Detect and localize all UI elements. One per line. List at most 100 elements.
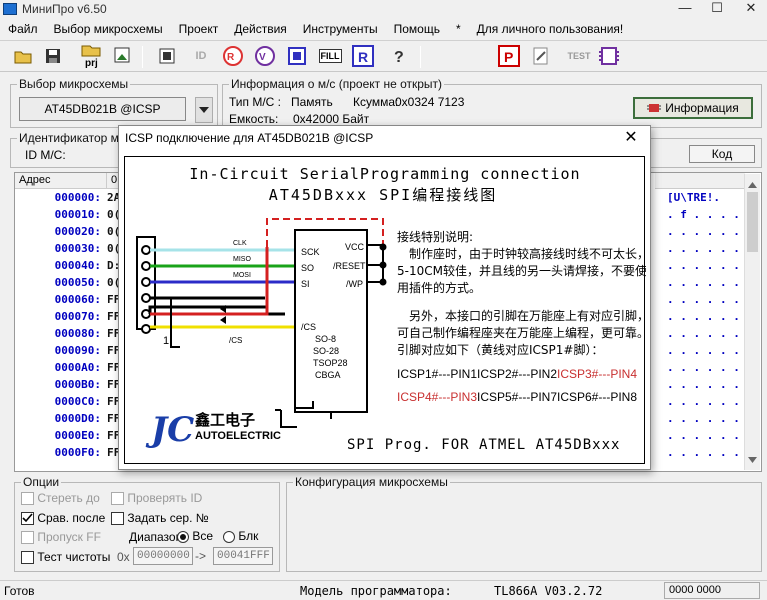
menu-file[interactable]: Файл bbox=[0, 22, 46, 36]
app-window: МиниПро v6.50 — ☐ ✕ Файл Выбор микросхем… bbox=[0, 0, 767, 600]
diagram-heading-1: In-Circuit SerialProgramming connection bbox=[189, 165, 580, 183]
skip-ff-checkbox[interactable]: Пропуск FF bbox=[21, 530, 101, 545]
ic-test-icon[interactable] bbox=[598, 45, 620, 67]
map-icsp2: ICSP2#---PIN2 bbox=[477, 367, 557, 381]
menu-star[interactable]: * bbox=[448, 22, 469, 36]
map-icsp5: ICSP5#---PIN7 bbox=[477, 390, 557, 404]
info-button[interactable]: Информация bbox=[633, 97, 753, 119]
fill-icon[interactable]: FILL bbox=[316, 45, 344, 67]
scroll-up-icon[interactable] bbox=[748, 177, 757, 191]
maximize-button[interactable]: ☐ bbox=[702, 0, 732, 18]
read-id-icon[interactable]: ID bbox=[190, 45, 212, 67]
row-address: 0000E0: bbox=[54, 429, 101, 442]
chip-info-group: Информация о м/с (проект не открыт) Тип … bbox=[222, 77, 762, 128]
window-title: МиниПро v6.50 bbox=[22, 2, 107, 16]
pin-reset: /RESET bbox=[333, 261, 366, 271]
flash-chip bbox=[294, 229, 368, 413]
note-line-2: 5-10CM较佳，并且线的另一头请焊接，不要使 bbox=[397, 263, 646, 278]
svg-text:R: R bbox=[227, 52, 235, 63]
chip-select-field[interactable]: AT45DB021B @ICSP bbox=[19, 97, 186, 121]
close-icon[interactable]: ✕ bbox=[618, 128, 644, 150]
pin-cs: /CS bbox=[301, 322, 316, 332]
erase-before-checkbox[interactable]: Стереть до bbox=[21, 491, 100, 506]
chip-dropdown-button[interactable] bbox=[195, 97, 213, 123]
hex-scrollbar[interactable] bbox=[744, 174, 760, 470]
row-ascii: . . . . . . . bbox=[667, 327, 754, 340]
chip-small-icon bbox=[647, 104, 662, 112]
project-save-icon[interactable] bbox=[112, 45, 134, 67]
hex-prefix: 0x bbox=[117, 550, 130, 564]
verify-id-checkbox[interactable]: Проверять ID bbox=[111, 491, 202, 506]
project-open-icon[interactable]: prj bbox=[80, 45, 106, 68]
config-group: Конфигурация микросхемы bbox=[286, 475, 762, 572]
gnd-lead bbox=[170, 298, 180, 348]
menu-bar: Файл Выбор микросхемы Проект Действия Ин… bbox=[0, 19, 767, 39]
row-address: 000060: bbox=[54, 293, 101, 306]
save-icon[interactable] bbox=[42, 45, 64, 67]
row-ascii: . . . . . . . bbox=[667, 259, 754, 272]
range-all-radio[interactable]: Все bbox=[177, 529, 213, 543]
menu-tools[interactable]: Инструменты bbox=[295, 22, 386, 36]
compare-after-checkbox[interactable]: Срав. после bbox=[21, 511, 105, 526]
row-address: 000040: bbox=[54, 259, 101, 272]
package-tsop28: TSOP28 bbox=[313, 358, 348, 368]
ascii-column-header bbox=[655, 173, 745, 189]
row-ascii: . . . . . . . bbox=[667, 378, 754, 391]
range-label: Диапазон bbox=[129, 530, 183, 544]
options-label: Опции bbox=[21, 475, 62, 489]
chevron-down-icon bbox=[199, 107, 209, 113]
read-icon[interactable]: R bbox=[222, 45, 244, 67]
protect-icon[interactable]: P bbox=[498, 45, 520, 67]
scroll-down-icon[interactable] bbox=[748, 452, 757, 466]
edit-doc-icon[interactable] bbox=[530, 45, 552, 67]
pin-so: SO bbox=[301, 263, 314, 273]
verify-icon[interactable]: V bbox=[254, 45, 276, 67]
row-ascii: . . . . . . . bbox=[667, 429, 754, 442]
row-ascii: . . . . . . . bbox=[667, 344, 754, 357]
range-block-radio[interactable]: Блк bbox=[223, 529, 258, 543]
row-address: 0000B0: bbox=[54, 378, 101, 391]
self-test-icon[interactable]: TEST bbox=[566, 45, 592, 67]
toolbar: prj ID R V FILL R ? P TEST bbox=[0, 40, 767, 72]
svg-text:V: V bbox=[259, 52, 266, 63]
close-window-button[interactable]: ✕ bbox=[736, 0, 766, 18]
autoelectric-logo: JC 鑫工电子 AUTOELECTRIC bbox=[145, 410, 281, 450]
blank-check-icon[interactable] bbox=[286, 45, 308, 67]
menu-help[interactable]: Помощь bbox=[386, 22, 448, 36]
svg-text:鑫工电子: 鑫工电子 bbox=[194, 411, 255, 429]
checkmark-icon bbox=[22, 513, 33, 523]
svg-text:P: P bbox=[504, 49, 513, 65]
minimize-button[interactable]: — bbox=[670, 0, 700, 18]
chip-icon[interactable] bbox=[156, 45, 178, 67]
icsp-diagram: In-Circuit SerialProgramming connection … bbox=[124, 156, 649, 464]
scroll-thumb[interactable] bbox=[747, 192, 758, 252]
notes-title: 接线特别说明: bbox=[397, 229, 473, 244]
menu-select-chip[interactable]: Выбор микросхемы bbox=[46, 22, 171, 36]
blank-test-checkbox[interactable]: Тест чистоты bbox=[21, 550, 110, 565]
dialog-title-bar: ICSP подключение для AT45DB021B @ICSP ✕ bbox=[119, 126, 650, 152]
pin-wp: /WP bbox=[346, 279, 363, 289]
dialog-title: ICSP подключение для AT45DB021B @ICSP bbox=[125, 131, 374, 145]
svg-text:prj: prj bbox=[85, 58, 98, 68]
menu-project[interactable]: Проект bbox=[171, 22, 227, 36]
menu-actions[interactable]: Действия bbox=[226, 22, 295, 36]
row-ascii: . . . . . . . bbox=[667, 225, 754, 238]
program-icon[interactable]: R bbox=[352, 45, 374, 67]
open-folder-icon[interactable] bbox=[12, 45, 34, 67]
row-address: 000010: bbox=[54, 208, 101, 221]
programmer-model-value: TL866A V03.2.72 bbox=[494, 584, 603, 598]
range-from-field[interactable]: 00000000 bbox=[133, 547, 193, 565]
help-icon[interactable]: ? bbox=[388, 45, 410, 67]
svg-text:AUTOELECTRIC: AUTOELECTRIC bbox=[195, 430, 281, 442]
map-icsp1: ICSP1#---PIN1 bbox=[397, 367, 477, 381]
row-address: 0000C0: bbox=[54, 395, 101, 408]
svg-text:?: ? bbox=[394, 49, 404, 66]
set-serial-checkbox[interactable]: Задать сер. № bbox=[111, 511, 209, 526]
row-ascii: . . . . . . . bbox=[667, 446, 754, 459]
range-to-field[interactable]: 00041FFF bbox=[213, 547, 273, 565]
row-ascii: . . . . . . . bbox=[667, 276, 754, 289]
code-button[interactable]: Код bbox=[689, 145, 755, 163]
map-icsp4: ICSP4#---PIN3 bbox=[397, 390, 477, 404]
checksum-label: Ксумма: bbox=[353, 95, 399, 109]
mosi-label: MOSI bbox=[233, 272, 251, 279]
